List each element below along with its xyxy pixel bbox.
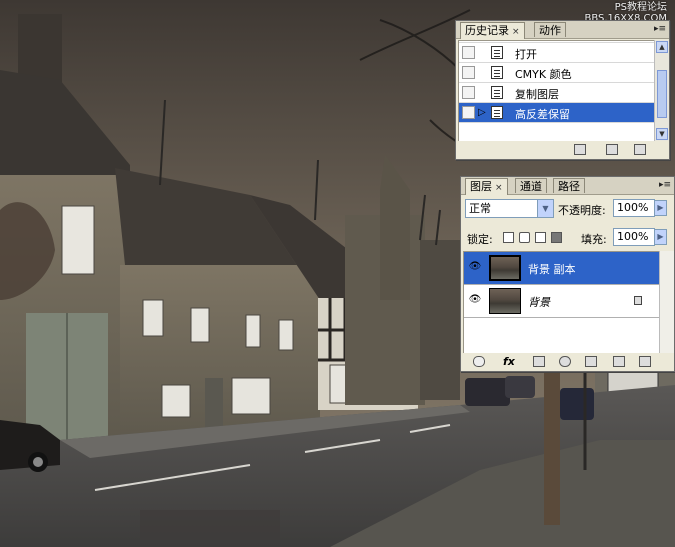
lock-position-icon[interactable] — [535, 232, 546, 243]
blend-mode-select[interactable]: 正常 ▼ — [465, 199, 554, 218]
eye-icon[interactable]: 👁 — [468, 261, 482, 273]
history-list: 打开 CMYK 颜色 复制图层 ▷ 高反差保留 — [458, 40, 656, 143]
history-item-label: 复制图层 — [515, 88, 559, 101]
lock-icon — [634, 296, 642, 305]
chevron-down-icon[interactable]: ▼ — [537, 200, 553, 217]
history-item-label: CMYK 颜色 — [515, 68, 572, 81]
close-icon[interactable]: × — [495, 183, 503, 193]
opacity-input[interactable]: 100% — [613, 199, 655, 217]
tab-layers-label: 图层 — [470, 180, 492, 193]
history-state-icon — [491, 86, 503, 99]
scroll-up-arrow-icon[interactable]: ▲ — [656, 41, 668, 53]
blend-opacity-row: 正常 ▼ 不透明度: 100% ▶ — [461, 199, 674, 223]
fill-input[interactable]: 100% — [613, 228, 655, 246]
group-folder-icon[interactable] — [585, 356, 597, 367]
opacity-value: 100% — [617, 201, 649, 214]
layer-name[interactable]: 背景 — [528, 294, 550, 310]
tab-paths-label: 路径 — [558, 180, 580, 193]
scroll-down-arrow-icon[interactable]: ▼ — [656, 128, 668, 140]
history-panel-tabs: 历史记录 × 动作 ▸≡ — [456, 21, 669, 39]
fill-slider-button[interactable]: ▶ — [654, 229, 667, 245]
trash-icon[interactable] — [634, 144, 646, 155]
blend-mode-value: 正常 — [469, 202, 491, 215]
opacity-label: 不透明度: — [558, 204, 606, 217]
history-item[interactable]: CMYK 颜色 — [459, 63, 655, 83]
layer-row-selected[interactable]: 👁 背景 副本 — [464, 252, 660, 285]
lock-label: 锁定: — [467, 233, 493, 246]
tab-channels[interactable]: 通道 — [515, 178, 547, 193]
history-footer — [456, 141, 669, 159]
trash-icon[interactable] — [639, 356, 651, 367]
history-scrollbar[interactable]: ▲ ▼ — [654, 40, 669, 141]
opacity-slider-button[interactable]: ▶ — [654, 200, 667, 216]
history-brush-source-checkbox[interactable] — [462, 86, 475, 99]
history-item-label: 打开 — [515, 48, 537, 61]
new-layer-icon[interactable] — [613, 356, 625, 367]
fx-icon[interactable]: fx — [503, 355, 515, 368]
lock-all-icon[interactable] — [551, 232, 562, 243]
snapshot-icon[interactable] — [606, 144, 618, 155]
tab-history[interactable]: 历史记录 × — [460, 22, 525, 39]
watermark-line1: PS教程论坛 — [614, 2, 667, 13]
history-item-selected[interactable]: ▷ 高反差保留 — [459, 103, 655, 123]
layer-row[interactable]: 👁 背景 — [464, 285, 660, 318]
new-document-icon[interactable] — [574, 144, 586, 155]
lock-transparency-icon[interactable] — [503, 232, 514, 243]
layer-thumbnail — [489, 255, 521, 281]
history-brush-source-checkbox[interactable] — [462, 66, 475, 79]
history-brush-source-checkbox[interactable] — [462, 106, 475, 119]
layer-name[interactable]: 背景 副本 — [528, 261, 576, 277]
panel-menu-icon[interactable]: ▸≡ — [659, 179, 671, 191]
history-item[interactable]: 打开 — [459, 43, 655, 63]
layers-panel-tabs: 图层 × 通道 路径 ▸≡ — [461, 177, 674, 195]
tab-channels-label: 通道 — [520, 180, 542, 193]
tab-actions-label: 动作 — [539, 24, 561, 37]
history-item-label: 高反差保留 — [515, 108, 570, 121]
mask-icon[interactable] — [533, 356, 545, 367]
scroll-thumb[interactable] — [657, 70, 667, 118]
lock-fill-row: 锁定: 填充: 100% ▶ — [461, 227, 674, 251]
history-brush-source-checkbox[interactable] — [462, 46, 475, 59]
tab-layers[interactable]: 图层 × — [465, 178, 508, 195]
layers-list: 👁 背景 副本 👁 背景 — [463, 251, 661, 357]
history-state-icon — [491, 66, 503, 79]
fill-label: 填充: — [581, 233, 607, 246]
tab-history-label: 历史记录 — [465, 24, 509, 37]
history-item[interactable]: 复制图层 — [459, 83, 655, 103]
lock-pixels-icon[interactable] — [519, 232, 530, 243]
close-icon[interactable]: × — [512, 27, 520, 37]
layers-scrollbar[interactable] — [659, 251, 674, 355]
history-state-icon — [491, 106, 503, 119]
panel-menu-icon[interactable]: ▸≡ — [654, 23, 666, 35]
history-pointer-icon: ▷ — [478, 107, 486, 118]
adjustment-icon[interactable] — [559, 356, 571, 367]
layer-thumbnail — [489, 288, 521, 314]
snapshot-thumbnail — [483, 40, 515, 41]
layers-footer: fx — [461, 353, 674, 371]
link-icon[interactable] — [473, 356, 485, 367]
tab-paths[interactable]: 路径 — [553, 178, 585, 193]
eye-icon[interactable]: 👁 — [468, 294, 482, 306]
history-state-icon — [491, 46, 503, 59]
tab-actions[interactable]: 动作 — [534, 22, 566, 37]
history-panel: 历史记录 × 动作 ▸≡ 打开 CMYK 颜色 复制图层 ▷ 高反差保留 ▲ ▼ — [455, 20, 670, 160]
fill-value: 100% — [617, 230, 649, 243]
layers-panel: 图层 × 通道 路径 ▸≡ 正常 ▼ 不透明度: 100% ▶ 锁定: 填充: 1… — [460, 176, 675, 372]
